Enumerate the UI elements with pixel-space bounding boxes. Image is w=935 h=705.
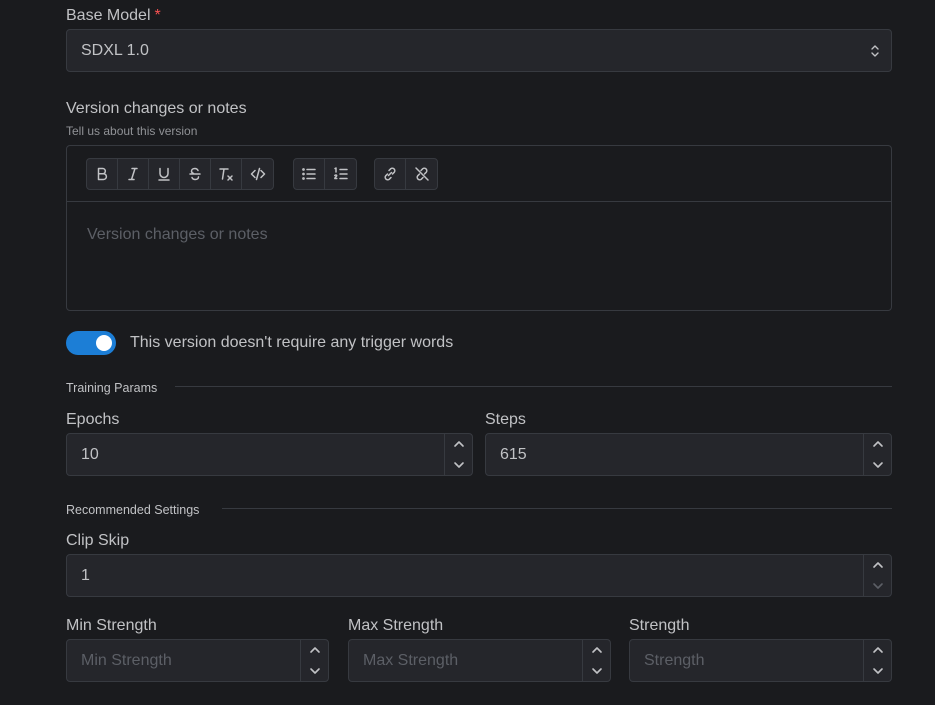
min-strength-increment[interactable]: [301, 640, 328, 661]
chevron-up-icon: [872, 441, 883, 448]
chevron-down-icon: [309, 667, 320, 674]
clear-formatting-icon: [219, 168, 233, 181]
base-model-select[interactable]: SDXL 1.0: [66, 29, 892, 72]
base-model-label-text: Base Model: [66, 7, 151, 24]
epochs-input[interactable]: 10: [66, 433, 473, 476]
chevron-up-icon: [309, 647, 320, 654]
epochs-increment[interactable]: [445, 434, 472, 455]
steps-increment[interactable]: [864, 434, 891, 455]
steps-input[interactable]: 615: [485, 433, 892, 476]
chevron-up-icon: [872, 647, 883, 654]
toggle-knob: [96, 335, 112, 351]
notes-editor-content[interactable]: Version changes or notes: [67, 202, 891, 268]
format-group: [86, 158, 274, 190]
strength-label: Strength: [629, 617, 690, 634]
steps-stepper: [863, 434, 891, 475]
list-group: [293, 158, 357, 190]
epochs-decrement[interactable]: [445, 455, 472, 476]
chevron-down-icon: [872, 582, 883, 589]
strength-decrement[interactable]: [864, 661, 891, 682]
strength-input[interactable]: Strength: [629, 639, 892, 682]
chevron-up-icon: [872, 562, 883, 569]
italic-icon: [128, 167, 138, 181]
trigger-words-toggle[interactable]: [66, 331, 116, 355]
steps-value: 615: [500, 445, 527, 463]
max-strength-input[interactable]: Max Strength: [348, 639, 611, 682]
chevron-down-icon: [872, 667, 883, 674]
notes-placeholder: Version changes or notes: [87, 226, 268, 243]
min-strength-stepper: [300, 640, 328, 681]
chevron-up-icon: [453, 441, 464, 448]
chevron-up-icon: [591, 647, 602, 654]
ordered-list-button[interactable]: [325, 159, 356, 189]
epochs-value: 10: [81, 445, 99, 463]
steps-decrement[interactable]: [864, 455, 891, 476]
training-params-divider: [175, 386, 892, 387]
underline-button[interactable]: [149, 159, 180, 189]
max-strength-label: Max Strength: [348, 617, 444, 634]
unlink-icon: [414, 167, 429, 181]
recommended-settings-divider: [222, 508, 892, 509]
link-button[interactable]: [375, 159, 406, 189]
notes-label: Version changes or notes: [66, 100, 247, 117]
max-strength-stepper: [582, 640, 610, 681]
strikethrough-button[interactable]: [180, 159, 211, 189]
min-strength-decrement[interactable]: [301, 661, 328, 682]
strength-stepper: [863, 640, 891, 681]
unlink-button[interactable]: [406, 159, 437, 189]
italic-button[interactable]: [118, 159, 149, 189]
bold-icon: [97, 167, 108, 181]
max-strength-placeholder: Max Strength: [363, 651, 459, 669]
notes-description: Tell us about this version: [66, 124, 198, 138]
clip-skip-decrement[interactable]: [864, 576, 891, 597]
epochs-label: Epochs: [66, 411, 120, 428]
base-model-label: Base Model *: [66, 7, 161, 25]
base-model-value: SDXL 1.0: [81, 41, 149, 59]
required-mark: *: [154, 7, 161, 24]
code-button[interactable]: [242, 159, 273, 189]
bullet-list-icon: [302, 168, 316, 180]
strikethrough-icon: [189, 167, 201, 181]
link-group: [374, 158, 438, 190]
min-strength-input[interactable]: Min Strength: [66, 639, 329, 682]
rich-text-editor: Version changes or notes: [66, 145, 892, 311]
clip-skip-label: Clip Skip: [66, 532, 130, 549]
recommended-settings-title: Recommended Settings: [66, 503, 200, 517]
min-strength-label: Min Strength: [66, 617, 157, 634]
editor-toolbar: [67, 146, 891, 202]
epochs-stepper: [444, 434, 472, 475]
clip-skip-input[interactable]: 1: [66, 554, 892, 597]
code-icon: [250, 167, 265, 181]
clip-skip-increment[interactable]: [864, 555, 891, 576]
clear-formatting-button[interactable]: [211, 159, 242, 189]
training-params-title: Training Params: [66, 381, 158, 395]
min-strength-placeholder: Min Strength: [81, 651, 172, 669]
ordered-list-icon: [333, 167, 348, 180]
chevron-down-icon: [872, 461, 883, 468]
underline-icon: [158, 167, 170, 181]
link-icon: [384, 167, 396, 181]
strength-placeholder: Strength: [644, 651, 705, 669]
max-strength-decrement[interactable]: [583, 661, 610, 682]
clip-skip-stepper: [863, 555, 891, 596]
trigger-words-toggle-label: This version doesn't require any trigger…: [130, 334, 454, 351]
bullet-list-button[interactable]: [294, 159, 325, 189]
steps-label: Steps: [485, 411, 526, 428]
bold-button[interactable]: [87, 159, 118, 189]
clip-skip-value: 1: [81, 566, 90, 584]
strength-increment[interactable]: [864, 640, 891, 661]
max-strength-increment[interactable]: [583, 640, 610, 661]
chevron-down-icon: [453, 461, 464, 468]
chevron-up-down-icon: [871, 44, 879, 57]
chevron-down-icon: [591, 667, 602, 674]
